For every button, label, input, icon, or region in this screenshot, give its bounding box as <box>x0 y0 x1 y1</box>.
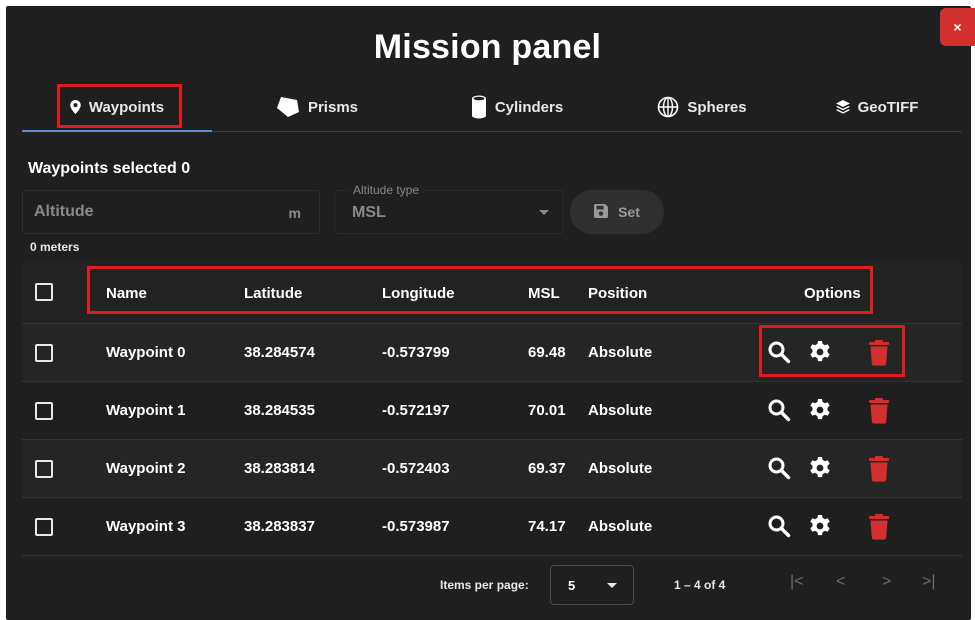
pagination-range: 1 – 4 of 4 <box>674 578 726 592</box>
waypoint-latitude: 38.283837 <box>244 518 315 535</box>
cylinder-icon <box>471 95 487 119</box>
waypoint-msl: 74.17 <box>528 518 566 535</box>
waypoint-longitude: -0.572197 <box>382 402 450 419</box>
table-row[interactable]: Waypoint 2 38.283814 -0.572403 69.37 Abs… <box>22 440 962 498</box>
layers-icon <box>835 100 850 114</box>
panel-title: Mission panel <box>373 28 602 66</box>
tab-waypoints-label: Waypoints <box>88 98 165 116</box>
row-checkbox[interactable] <box>35 460 53 478</box>
waypoint-msl: 69.37 <box>528 460 566 477</box>
chevron-down-icon <box>539 210 549 215</box>
table-row[interactable]: Waypoint 3 38.283837 -0.573987 74.17 Abs… <box>22 498 962 556</box>
search-icon[interactable] <box>767 456 791 485</box>
waypoint-latitude: 38.283814 <box>244 460 315 477</box>
waypoint-longitude: -0.572403 <box>382 460 450 477</box>
waypoint-msl: 70.01 <box>528 402 566 419</box>
pagination: Items per page: 5 1 – 4 of 4 |< < > >| <box>22 554 962 614</box>
last-page-button[interactable]: >| <box>922 573 936 591</box>
altitude-type-label: Altitude type <box>349 183 424 197</box>
gear-icon[interactable] <box>808 456 832 485</box>
waypoint-latitude: 38.284574 <box>244 344 315 361</box>
table-row[interactable]: Waypoint 1 38.284535 -0.572197 70.01 Abs… <box>22 382 962 440</box>
gear-icon[interactable] <box>808 398 832 427</box>
gear-icon[interactable] <box>808 340 832 369</box>
row-checkbox[interactable] <box>35 344 53 362</box>
set-button-label: Set <box>618 204 640 220</box>
select-all-checkbox[interactable] <box>35 283 53 301</box>
altitude-unit: m <box>288 205 301 221</box>
row-checkbox[interactable] <box>35 402 53 420</box>
tab-prisms[interactable]: Prisms <box>222 84 412 130</box>
tab-spheres[interactable]: Spheres <box>607 84 797 130</box>
waypoint-position: Absolute <box>588 344 653 361</box>
gear-icon[interactable] <box>808 514 832 543</box>
column-options: Options <box>804 285 861 302</box>
table-row[interactable]: Waypoint 0 38.284574 -0.573799 69.48 Abs… <box>22 324 962 382</box>
tab-cylinders-label: Cylinders <box>494 98 564 116</box>
waypoint-name: Waypoint 3 <box>106 518 186 535</box>
waypoint-name: Waypoint 1 <box>106 402 186 419</box>
column-longitude[interactable]: Longitude <box>382 285 454 302</box>
waypoint-name: Waypoint 0 <box>106 344 186 361</box>
altitude-type-value: MSL <box>352 204 386 221</box>
tab-spheres-label: Spheres <box>687 98 747 116</box>
save-icon <box>594 203 609 221</box>
search-icon[interactable] <box>767 514 791 543</box>
set-button[interactable]: Set <box>570 190 664 234</box>
tab-bar: Waypoints Prisms Cylinders Spheres GeoTI… <box>22 84 962 132</box>
first-page-button[interactable]: |< <box>790 573 804 591</box>
map-marker-icon <box>70 100 81 114</box>
trash-icon[interactable] <box>868 340 890 371</box>
altitude-placeholder: Altitude <box>34 203 94 220</box>
items-per-page-label: Items per page: <box>440 578 529 592</box>
chevron-down-icon <box>607 583 617 588</box>
search-icon[interactable] <box>767 340 791 369</box>
altitude-hint: 0 meters <box>30 240 80 254</box>
tab-waypoints[interactable]: Waypoints <box>22 84 212 132</box>
tab-cylinders[interactable]: Cylinders <box>422 84 612 130</box>
waypoint-msl: 69.48 <box>528 344 566 361</box>
waypoint-position: Absolute <box>588 402 653 419</box>
column-latitude[interactable]: Latitude <box>244 285 302 302</box>
waypoint-longitude: -0.573799 <box>382 344 450 361</box>
items-per-page-select[interactable]: 5 <box>550 565 634 605</box>
altitude-type-select[interactable]: Altitude type MSL <box>334 183 564 234</box>
search-icon[interactable] <box>767 398 791 427</box>
tab-geotiff-label: GeoTIFF <box>857 98 919 116</box>
table-header: Name Latitude Longitude MSL Position Opt… <box>22 262 962 324</box>
trash-icon[interactable] <box>868 456 890 487</box>
column-msl[interactable]: MSL <box>528 285 560 302</box>
row-checkbox[interactable] <box>35 518 53 536</box>
previous-page-button[interactable]: < <box>836 573 845 591</box>
waypoint-latitude: 38.284535 <box>244 402 315 419</box>
altitude-input[interactable]: Altitude m <box>22 190 320 234</box>
tab-prisms-label: Prisms <box>307 98 359 116</box>
close-button[interactable]: × <box>940 8 975 46</box>
column-name[interactable]: Name <box>106 285 147 302</box>
trash-icon[interactable] <box>868 514 890 545</box>
waypoint-longitude: -0.573987 <box>382 518 450 535</box>
trash-icon[interactable] <box>868 398 890 429</box>
waypoint-position: Absolute <box>588 460 653 477</box>
waypoint-name: Waypoint 2 <box>106 460 186 477</box>
tab-geotiff[interactable]: GeoTIFF <box>792 84 962 130</box>
pentagon-icon <box>276 96 300 118</box>
waypoint-position: Absolute <box>588 518 653 535</box>
next-page-button[interactable]: > <box>882 573 891 591</box>
items-per-page-value: 5 <box>568 578 576 593</box>
waypoints-selected-count: Waypoints selected 0 <box>28 160 191 177</box>
globe-icon <box>657 96 679 118</box>
column-position[interactable]: Position <box>588 285 647 302</box>
